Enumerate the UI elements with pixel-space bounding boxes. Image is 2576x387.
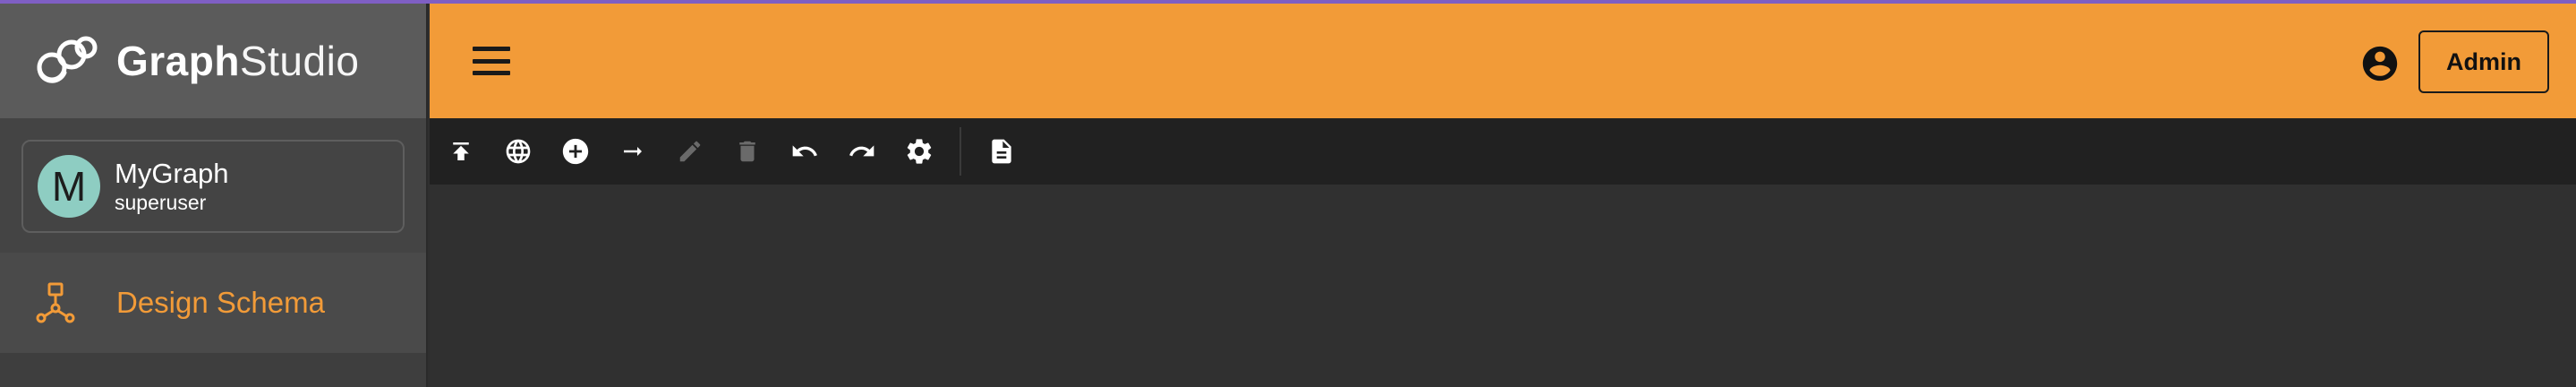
redo-icon[interactable] (841, 131, 883, 172)
app-root: GraphStudio M MyGraph superuser Design S… (0, 0, 2576, 387)
admin-button[interactable]: Admin (2418, 30, 2549, 93)
brand-name-part1: Graph (116, 38, 240, 84)
edit-icon (670, 131, 711, 172)
graph-role: superuser (115, 191, 207, 214)
top-app-bar: Admin (430, 4, 2576, 118)
brand-name: GraphStudio (116, 37, 359, 85)
document-icon[interactable] (981, 131, 1022, 172)
graph-name: MyGraph (115, 158, 229, 189)
sidebar-item-design-schema[interactable]: Design Schema (0, 253, 426, 353)
graph-meta: MyGraph superuser (115, 158, 228, 215)
menu-icon-bar (473, 47, 510, 51)
add-vertex-icon[interactable] (555, 131, 596, 172)
delete-icon (727, 131, 768, 172)
settings-icon[interactable] (899, 131, 940, 172)
menu-icon-bar (473, 71, 510, 75)
add-edge-icon[interactable] (612, 131, 653, 172)
menu-icon[interactable] (471, 43, 512, 79)
brand-name-part2: Studio (239, 38, 360, 84)
avatar: M (38, 155, 100, 218)
sidebar: GraphStudio M MyGraph superuser Design S… (0, 4, 428, 387)
upload-icon[interactable] (440, 131, 482, 172)
graph-selector-card[interactable]: M MyGraph superuser (21, 140, 405, 233)
sidebar-item-label: Design Schema (116, 286, 325, 319)
menu-icon-bar (473, 58, 510, 64)
graphstudio-logo-icon (32, 30, 104, 92)
undo-icon[interactable] (784, 131, 825, 172)
graph-card-container: M MyGraph superuser (0, 118, 426, 253)
brand-header[interactable]: GraphStudio (0, 4, 426, 118)
schema-toolbar (430, 118, 2576, 185)
toolbar-divider (960, 127, 961, 176)
account-circle-icon[interactable] (2359, 43, 2401, 84)
sidebar-empty-area (0, 353, 426, 387)
schema-icon (34, 281, 77, 324)
globe-icon[interactable] (498, 131, 539, 172)
schema-canvas[interactable] (430, 185, 2576, 387)
